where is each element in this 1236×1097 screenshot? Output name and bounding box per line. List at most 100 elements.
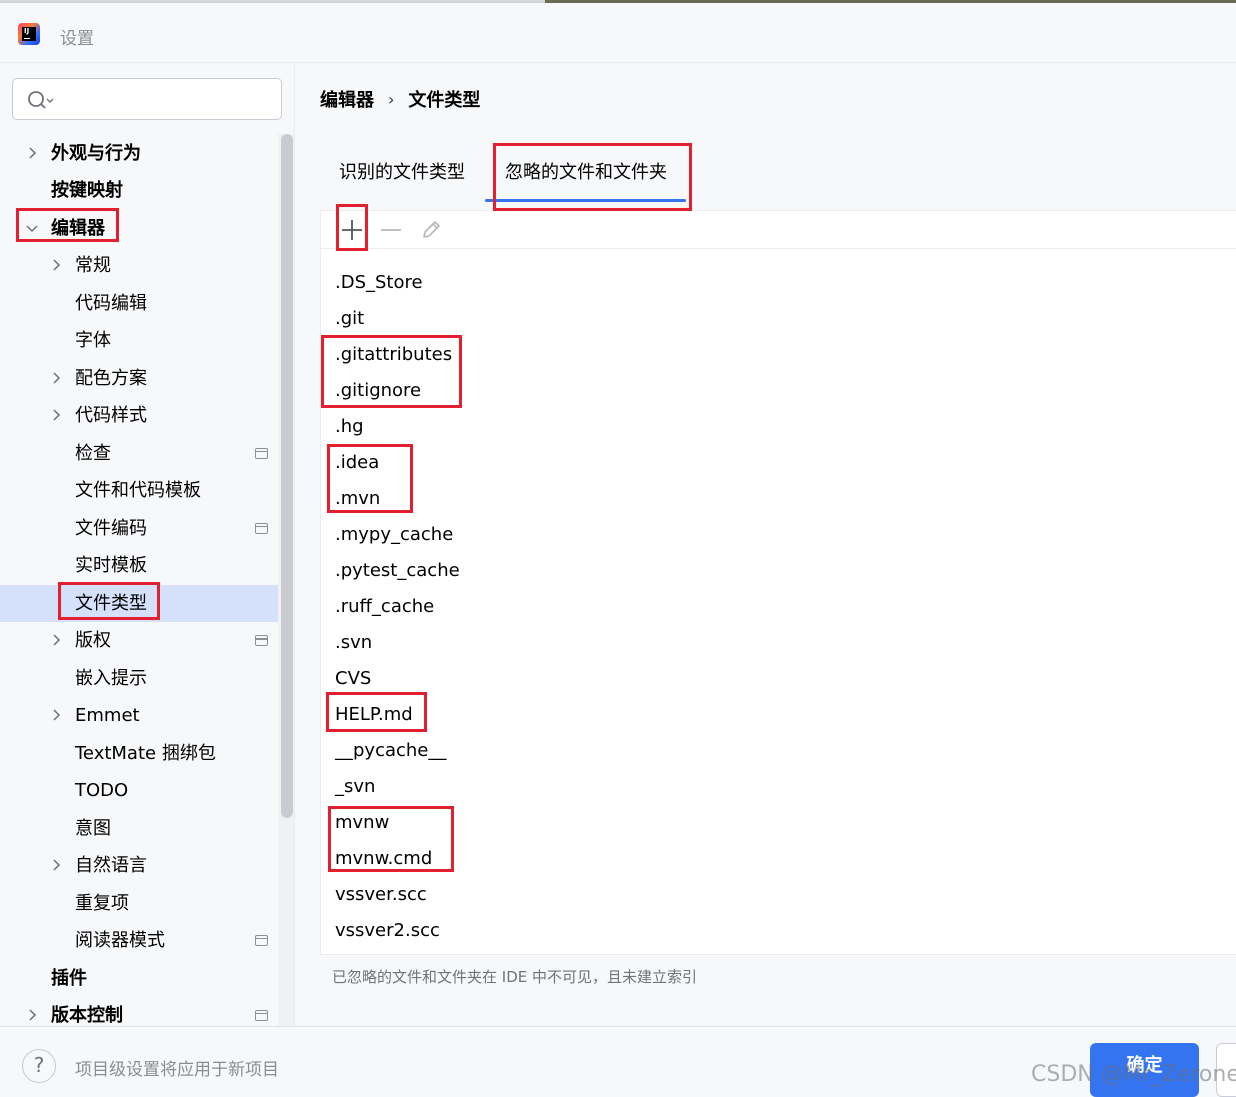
sidebar-item[interactable]: 自然语言 <box>0 847 294 884</box>
sidebar-item[interactable]: 编辑器 <box>0 210 294 247</box>
sidebar-item[interactable]: 文件类型 <box>0 584 294 622</box>
project-level-icon <box>255 935 268 947</box>
chevron-right-icon[interactable] <box>50 372 62 384</box>
project-level-icon <box>255 635 268 647</box>
sidebar-item[interactable]: 意图 <box>0 810 294 847</box>
panel-divider <box>294 63 295 1026</box>
watermark: CSDN @Mr_Zerone <box>1031 1062 1236 1087</box>
sidebar-item[interactable]: 插件 <box>0 960 294 997</box>
sidebar-item-label: TextMate 捆绑包 <box>75 742 216 764</box>
sidebar-item[interactable]: 配色方案 <box>0 360 294 397</box>
help-button[interactable]: ? <box>22 1049 56 1083</box>
sidebar-item[interactable]: 字体 <box>0 322 294 359</box>
breadcrumb: 编辑器 › 文件类型 <box>320 86 480 112</box>
sidebar-item[interactable]: 嵌入提示 <box>0 660 294 697</box>
sidebar-item-label: 文件编码 <box>75 517 147 539</box>
sidebar-item-label: 版本控制 <box>51 1005 123 1026</box>
sidebar-item-label: 外观与行为 <box>51 143 141 164</box>
list-item[interactable]: mvnw.cmd <box>335 841 432 877</box>
chevron-right-icon[interactable] <box>26 1009 38 1021</box>
search-icon <box>28 91 54 109</box>
chevron-right-icon[interactable] <box>26 147 38 159</box>
sidebar-item[interactable]: 代码编辑 <box>0 285 294 322</box>
sidebar-item[interactable]: Emmet <box>0 697 294 734</box>
project-level-icon <box>255 447 268 459</box>
sidebar-item-label: 字体 <box>75 330 111 352</box>
chevron-right-icon[interactable] <box>50 259 62 271</box>
sidebar-item[interactable]: 阅读器模式 <box>0 922 294 959</box>
sidebar-item[interactable]: 文件和代码模板 <box>0 472 294 509</box>
sidebar-item-label: 编辑器 <box>51 217 105 239</box>
title-bar: IJ 设置 <box>0 3 1236 63</box>
sidebar-item-label: 插件 <box>51 967 87 989</box>
list-item[interactable]: _svn <box>335 769 375 805</box>
breadcrumb-current: 文件类型 <box>408 90 481 111</box>
sidebar-item[interactable]: 版本控制 <box>0 997 294 1026</box>
sidebar-item[interactable]: TODO <box>0 772 294 809</box>
tab-recognized-file-types[interactable]: 识别的文件类型 <box>339 158 465 184</box>
list-item[interactable]: mvnw <box>335 805 389 841</box>
breadcrumb-parent[interactable]: 编辑器 <box>320 86 374 112</box>
list-item[interactable]: .svn <box>335 625 372 661</box>
list-item[interactable]: .mvn <box>335 481 380 517</box>
sidebar-item[interactable]: 外观与行为 <box>0 135 294 172</box>
sidebar-item-label: 文件类型 <box>75 592 147 614</box>
list-item[interactable]: __pycache__ <box>335 733 446 769</box>
sidebar-item-label: Emmet <box>75 705 140 727</box>
list-item[interactable]: .ruff_cache <box>335 589 434 625</box>
list-item[interactable]: vssver2.scc <box>335 913 440 949</box>
sidebar-item[interactable]: 实时模板 <box>0 547 294 584</box>
sidebar-item-label: 配色方案 <box>75 367 147 389</box>
add-icon[interactable] <box>338 216 366 244</box>
list-item[interactable]: .git <box>335 301 364 337</box>
toolbar-divider <box>320 248 1236 249</box>
sidebar-scrollbar-thumb[interactable] <box>281 134 293 818</box>
remove-icon[interactable] <box>377 216 405 244</box>
footer-note: 项目级设置将应用于新项目 <box>75 1060 279 1080</box>
sidebar-item-label: 代码编辑 <box>75 292 147 314</box>
sidebar-item-label: 阅读器模式 <box>75 930 165 952</box>
sidebar-item[interactable]: 重复项 <box>0 885 294 922</box>
sidebar-item[interactable]: TextMate 捆绑包 <box>0 735 294 772</box>
sidebar-item-label: 代码样式 <box>75 405 147 427</box>
sidebar-item-label: 检查 <box>75 442 111 464</box>
sidebar-item-label: 意图 <box>75 817 111 839</box>
list-item[interactable]: .pytest_cache <box>335 553 460 589</box>
sidebar-item-label: 嵌入提示 <box>75 667 147 689</box>
list-item[interactable]: .idea <box>335 445 379 481</box>
settings-tree: 外观与行为按键映射编辑器常规代码编辑字体配色方案代码样式检查文件和代码模板 文件编… <box>0 134 294 1026</box>
hint-text: 已忽略的文件和文件夹在 IDE 中不可见，且未建立索引 <box>332 968 697 986</box>
sidebar-item[interactable]: 代码样式 <box>0 397 294 434</box>
sidebar-item[interactable]: 常规 <box>0 247 294 284</box>
list-item[interactable]: HELP.md <box>335 697 413 733</box>
sidebar-item-label: 实时模板 <box>75 555 147 577</box>
sidebar-item-label: 文件和代码模板 <box>75 480 201 502</box>
chevron-right-icon[interactable] <box>50 859 62 871</box>
chevron-right-icon[interactable] <box>50 409 62 421</box>
sidebar-item[interactable]: 文件编码 <box>0 510 294 547</box>
list-item[interactable]: vssver.scc <box>335 877 427 913</box>
list-item[interactable]: .DS_Store <box>335 265 423 301</box>
sidebar-item-label: 版权 <box>75 630 111 652</box>
list-item[interactable]: CVS <box>335 661 371 697</box>
sidebar-item-label: 重复项 <box>75 892 129 914</box>
active-tab-indicator <box>485 199 686 202</box>
list-item[interactable]: .mypy_cache <box>335 517 453 553</box>
sidebar-item[interactable]: 按键映射 <box>0 172 294 209</box>
sidebar-item-label: 常规 <box>75 255 111 277</box>
chevron-right-icon[interactable] <box>50 634 62 646</box>
list-item[interactable]: .gitattributes <box>335 337 452 373</box>
sidebar-item-label: 自然语言 <box>75 855 147 877</box>
chevron-down-icon[interactable] <box>26 222 38 234</box>
window-title: 设置 <box>60 29 94 49</box>
list-item[interactable]: .gitignore <box>335 373 421 409</box>
search-input[interactable] <box>12 78 282 120</box>
sidebar-item[interactable]: 版权 <box>0 622 294 659</box>
chevron-right-icon[interactable] <box>50 709 62 721</box>
edit-icon[interactable] <box>417 216 445 244</box>
sidebar-item[interactable]: 检查 <box>0 435 294 472</box>
sidebar-item-label: TODO <box>75 780 129 802</box>
list-item[interactable]: .hg <box>335 409 364 445</box>
tab-ignored-files-folders[interactable]: 忽略的文件和文件夹 <box>505 158 667 184</box>
intellij-logo-icon: IJ <box>18 23 40 45</box>
